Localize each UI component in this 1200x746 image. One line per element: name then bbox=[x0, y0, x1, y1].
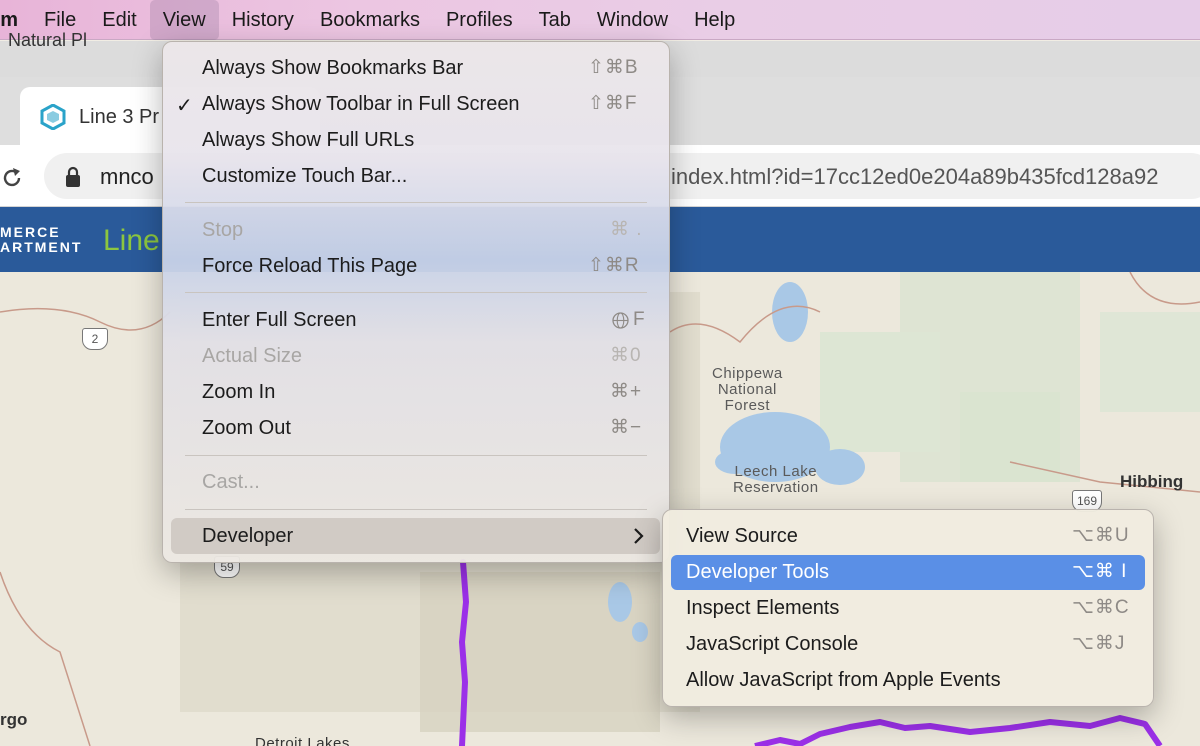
menu-item-label: Force Reload This Page bbox=[202, 255, 418, 277]
menu-view[interactable]: View bbox=[149, 0, 219, 40]
menu-item-label: View Source bbox=[686, 525, 798, 547]
menu-edit[interactable]: Edit bbox=[89, 0, 149, 40]
lock-icon bbox=[66, 166, 80, 187]
url-text-tail: index.html?id=17cc12ed0e204a89b435fcd128… bbox=[671, 164, 1159, 189]
reload-icon[interactable] bbox=[0, 166, 24, 190]
menu-item-shortcut: ⌘0 bbox=[610, 345, 642, 366]
menu-item-label: Allow JavaScript from Apple Events bbox=[686, 669, 1001, 691]
menu-item-shortcut: ⌥⌘J bbox=[1072, 633, 1126, 654]
menu-item-javascript-console[interactable]: JavaScript Console ⌥⌘J bbox=[686, 626, 1136, 662]
menu-item-shortcut: ⌥⌘C bbox=[1072, 597, 1130, 618]
map-city-fargo: rgo bbox=[0, 710, 28, 729]
site-favicon-icon bbox=[40, 104, 66, 130]
menu-item-shortcut: F bbox=[633, 309, 646, 330]
menu-item-label: Always Show Toolbar in Full Screen bbox=[202, 93, 520, 115]
org-logo-line1: MERCE bbox=[0, 224, 61, 240]
menu-item-shortcut: ⌘+ bbox=[610, 381, 643, 402]
org-logo-line2: ARTMENT bbox=[0, 239, 83, 255]
menu-profiles[interactable]: Profiles bbox=[433, 0, 526, 40]
url-text: mnco bbox=[100, 164, 154, 189]
globe-icon bbox=[612, 312, 629, 329]
menu-item-label: JavaScript Console bbox=[686, 633, 859, 655]
menu-item-shortcut: ⌘ . bbox=[610, 219, 643, 240]
menu-item-label: Developer Tools bbox=[686, 561, 830, 583]
bookmark-item[interactable]: Natural Pl bbox=[8, 30, 87, 51]
tab-title: Line 3 Pr bbox=[79, 106, 160, 128]
menu-item-shortcut: ⌘− bbox=[610, 417, 643, 438]
app-title: Line bbox=[103, 224, 160, 257]
map-label-leech-lake: Leech Lake Reservation bbox=[733, 463, 819, 496]
menu-item-enter-full-screen[interactable]: Enter Full Screen F bbox=[202, 302, 652, 338]
chevron-right-icon bbox=[634, 528, 644, 544]
menu-item-label: Inspect Elements bbox=[686, 597, 840, 619]
menu-separator bbox=[185, 292, 647, 293]
menu-item-view-source[interactable]: View Source ⌥⌘U bbox=[686, 518, 1136, 554]
menu-item-always-show-toolbar-full-screen[interactable]: Always Show Toolbar in Full Screen ⇧⌘F bbox=[202, 86, 652, 122]
menu-item-label: Stop bbox=[202, 219, 244, 241]
menu-item-allow-javascript-apple-events[interactable]: Allow JavaScript from Apple Events bbox=[686, 662, 1136, 698]
menu-window[interactable]: Window bbox=[584, 0, 681, 40]
menu-bookmarks[interactable]: Bookmarks bbox=[307, 0, 433, 40]
menu-item-label: Always Show Full URLs bbox=[202, 129, 415, 151]
menu-item-customize-touch-bar[interactable]: Customize Touch Bar... bbox=[202, 158, 652, 194]
menu-item-always-show-full-urls[interactable]: Always Show Full URLs bbox=[202, 122, 652, 158]
menu-history[interactable]: History bbox=[219, 0, 307, 40]
menu-separator bbox=[185, 455, 647, 456]
menu-item-always-show-bookmarks-bar[interactable]: Always Show Bookmarks Bar ⇧⌘B bbox=[202, 50, 652, 86]
menu-help[interactable]: Help bbox=[681, 0, 748, 40]
map-city-detroit-lakes: Detroit Lakes bbox=[255, 735, 350, 746]
menu-item-inspect-elements[interactable]: Inspect Elements ⌥⌘C bbox=[686, 590, 1136, 626]
menu-item-stop: Stop ⌘ . bbox=[202, 212, 652, 248]
menu-item-cast: Cast... bbox=[202, 464, 652, 500]
menu-item-label: Cast... bbox=[202, 471, 260, 493]
menu-separator bbox=[185, 509, 647, 510]
menu-item-shortcut: ⇧⌘F bbox=[588, 93, 638, 114]
menu-item-label: Enter Full Screen bbox=[202, 309, 357, 331]
menu-item-shortcut: ⇧⌘R bbox=[588, 255, 640, 276]
menu-item-shortcut: ⌥⌘ I bbox=[1072, 561, 1128, 582]
menu-item-shortcut: ⇧⌘B bbox=[588, 57, 639, 78]
menu-item-zoom-in[interactable]: Zoom In ⌘+ bbox=[202, 374, 652, 410]
menu-item-label: Zoom Out bbox=[202, 417, 291, 439]
menu-item-developer-tools[interactable]: Developer Tools ⌥⌘ I bbox=[686, 554, 1136, 590]
menu-tab[interactable]: Tab bbox=[526, 0, 584, 40]
menu-item-label: Zoom In bbox=[202, 381, 276, 403]
map-label-chippewa: Chippewa National Forest bbox=[712, 365, 783, 414]
menu-item-label: Always Show Bookmarks Bar bbox=[202, 57, 464, 79]
checkmark-icon: ✓ bbox=[176, 95, 193, 117]
macos-menu-bar: um File Edit View History Bookmarks Prof… bbox=[0, 0, 1200, 40]
menu-separator bbox=[185, 202, 647, 203]
menu-item-shortcut: ⌥⌘U bbox=[1072, 525, 1130, 546]
menu-item-label: Developer bbox=[202, 525, 294, 547]
menu-item-developer[interactable]: Developer bbox=[202, 518, 652, 554]
menu-item-zoom-out[interactable]: Zoom Out ⌘− bbox=[202, 410, 652, 446]
menu-item-actual-size: Actual Size ⌘0 bbox=[202, 338, 652, 374]
menu-item-label: Customize Touch Bar... bbox=[202, 165, 408, 187]
map-city-hibbing: Hibbing bbox=[1120, 472, 1184, 491]
highway-shield-2: 2 bbox=[82, 328, 108, 350]
menu-item-label: Actual Size bbox=[202, 345, 303, 367]
menu-item-force-reload[interactable]: Force Reload This Page ⇧⌘R bbox=[202, 248, 652, 284]
